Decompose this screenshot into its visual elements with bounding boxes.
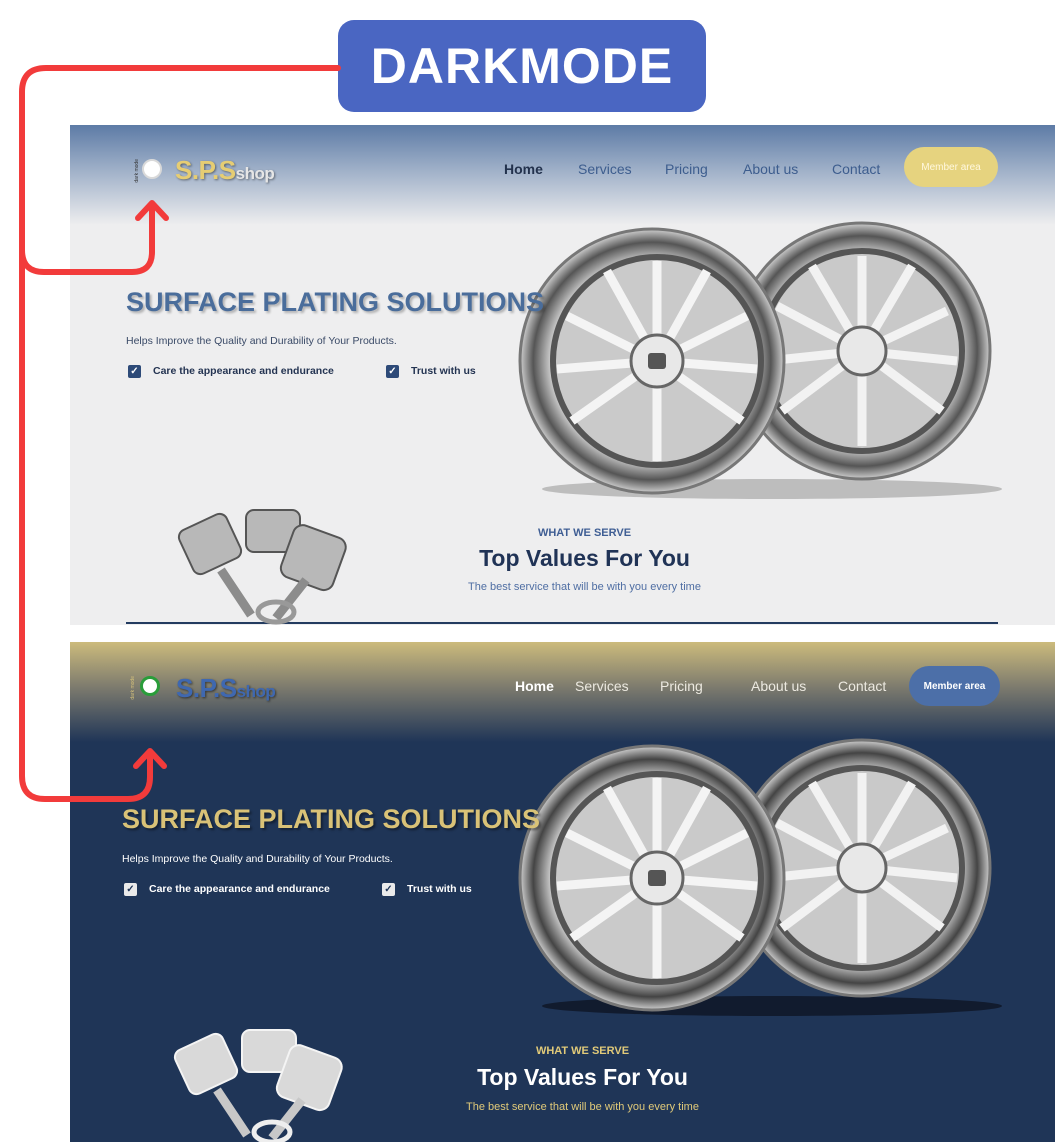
- check-label-2: Trust with us: [407, 883, 472, 895]
- nav-home[interactable]: Home: [504, 161, 543, 177]
- checkbox-checked-icon: ✓: [128, 365, 141, 378]
- member-area-button[interactable]: Member area: [909, 666, 1000, 706]
- logo-sub: shop: [235, 164, 275, 183]
- darkmode-toggle-icon[interactable]: [140, 676, 160, 696]
- toggle-label: dark mode: [130, 676, 136, 700]
- pistons-image: [177, 509, 347, 625]
- check-label-1: Care the appearance and endurance: [149, 883, 330, 895]
- check-label-2: Trust with us: [411, 365, 476, 377]
- checkbox-checked-icon: ✓: [124, 883, 137, 896]
- nav-services[interactable]: Services: [578, 161, 632, 177]
- nav-pricing[interactable]: Pricing: [665, 161, 708, 177]
- nav-about[interactable]: About us: [743, 161, 798, 177]
- check-label-1: Care the appearance and endurance: [153, 365, 334, 377]
- member-area-button[interactable]: Member area: [904, 147, 998, 187]
- checkbox-checked-icon: ✓: [382, 883, 395, 896]
- darkmode-annotation-badge: DARKMODE: [338, 20, 706, 112]
- wheel-rim-image: [518, 221, 1002, 499]
- nav-pricing[interactable]: Pricing: [660, 678, 703, 694]
- logo-sub: shop: [236, 682, 276, 701]
- hero-title: SURFACE PLATING SOLUTIONS: [122, 804, 541, 834]
- hero-title: SURFACE PLATING SOLUTIONS: [126, 287, 545, 317]
- nav-contact[interactable]: Contact: [832, 161, 880, 177]
- nav-services[interactable]: Services: [575, 678, 629, 694]
- hero-subtitle: Helps Improve the Quality and Durability…: [122, 853, 393, 865]
- site-logo[interactable]: S.P.Sshop: [175, 155, 275, 186]
- darkmode-toggle-icon[interactable]: [142, 159, 162, 179]
- hero-subtitle: Helps Improve the Quality and Durability…: [126, 335, 397, 347]
- logo-main: S.P.S: [176, 673, 237, 703]
- pistons-image: [173, 1029, 343, 1142]
- nav-contact[interactable]: Contact: [838, 678, 886, 694]
- toggle-label: dark mode: [134, 159, 140, 183]
- light-mode-screenshot: dark mode S.P.Sshop Home Services Pricin…: [70, 125, 1055, 625]
- nav-about[interactable]: About us: [751, 678, 806, 694]
- checkbox-checked-icon: ✓: [386, 365, 399, 378]
- logo-main: S.P.S: [175, 155, 236, 185]
- nav-home[interactable]: Home: [515, 678, 554, 694]
- site-logo[interactable]: S.P.Sshop: [176, 673, 276, 704]
- wheel-rim-image: [518, 738, 1002, 1016]
- dark-mode-screenshot: dark mode S.P.Sshop Home Services Pricin…: [70, 642, 1055, 1142]
